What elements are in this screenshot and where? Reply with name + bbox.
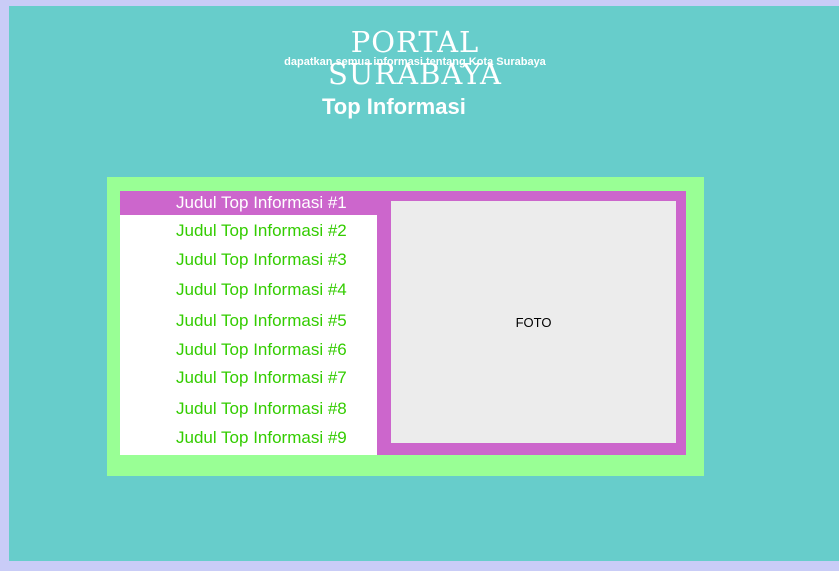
list-item[interactable]: Judul Top Informasi #2: [120, 219, 377, 243]
list-item[interactable]: Judul Top Informasi #9: [120, 426, 377, 450]
top-info-list: Judul Top Informasi #1 Judul Top Informa…: [120, 191, 377, 455]
list-item[interactable]: Judul Top Informasi #1: [120, 191, 377, 215]
section-heading: Top Informasi: [322, 94, 466, 119]
list-item[interactable]: Judul Top Informasi #6: [120, 338, 377, 362]
photo-label: FOTO: [515, 314, 552, 330]
photo-placeholder[interactable]: FOTO: [391, 201, 676, 443]
list-item[interactable]: Judul Top Informasi #3: [120, 248, 377, 272]
list-item[interactable]: Judul Top Informasi #7: [120, 366, 377, 390]
page-container: PORTAL SURABAYA dapatkan semua informasi…: [9, 6, 839, 561]
photo-frame: FOTO: [377, 191, 686, 455]
top-info-panel: Judul Top Informasi #1 Judul Top Informa…: [107, 177, 704, 476]
list-item[interactable]: Judul Top Informasi #4: [120, 278, 377, 302]
list-item[interactable]: Judul Top Informasi #8: [120, 397, 377, 421]
site-tagline: dapatkan semua informasi tentang Kota Su…: [284, 56, 546, 68]
list-item[interactable]: Judul Top Informasi #5: [120, 309, 377, 333]
